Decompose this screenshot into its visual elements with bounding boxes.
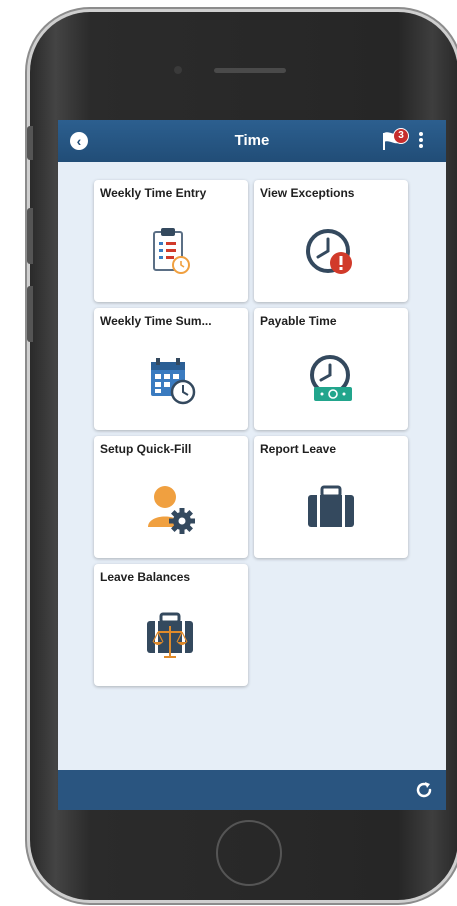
- mute-switch: [27, 126, 33, 160]
- tile-label: Weekly Time Entry: [100, 186, 207, 200]
- clipboard-clock-icon: [153, 228, 190, 274]
- footer-bar: [58, 770, 446, 810]
- home-button[interactable]: [216, 820, 282, 886]
- tile-leave-balances[interactable]: Leave Balances: [94, 564, 248, 686]
- tile-label: Leave Balances: [100, 570, 191, 584]
- tile-label: View Exceptions: [260, 186, 355, 200]
- briefcase-icon: [308, 485, 354, 527]
- tile-payable-time[interactable]: Payable Time: [254, 308, 408, 430]
- tile-weekly-time-entry[interactable]: Weekly Time Entry: [94, 180, 248, 302]
- refresh-icon[interactable]: [414, 780, 434, 800]
- tile-report-leave[interactable]: Report Leave: [254, 436, 408, 558]
- tile-label: Payable Time: [260, 314, 337, 328]
- speaker-grille: [214, 68, 286, 73]
- tile-label: Report Leave: [260, 442, 337, 456]
- notification-badge: 3: [393, 128, 409, 144]
- calendar-clock-icon: [151, 358, 196, 405]
- briefcase-scale-icon: [147, 612, 193, 658]
- tile-view-exceptions[interactable]: View Exceptions: [254, 180, 408, 302]
- tile-weekly-time-summary[interactable]: Weekly Time Sum...: [94, 308, 248, 430]
- clock-money-icon: [310, 355, 352, 401]
- user-gear-icon: [148, 486, 195, 534]
- tile-label: Setup Quick-Fill: [100, 442, 192, 456]
- app-screen: ‹ Time 3 Weekly Time Entry View Exceptio…: [58, 120, 446, 810]
- more-options-icon[interactable]: [417, 130, 425, 152]
- header-bar: ‹ Time 3: [58, 120, 446, 162]
- camera-icon: [174, 66, 182, 74]
- phone-frame: ‹ Time 3 Weekly Time Entry View Exceptio…: [30, 12, 457, 900]
- volume-down-button: [27, 286, 33, 342]
- volume-up-button: [27, 208, 33, 264]
- tile-label: Weekly Time Sum...: [100, 314, 212, 328]
- clock-alert-icon: [306, 229, 352, 274]
- tile-setup-quick-fill[interactable]: Setup Quick-Fill: [94, 436, 248, 558]
